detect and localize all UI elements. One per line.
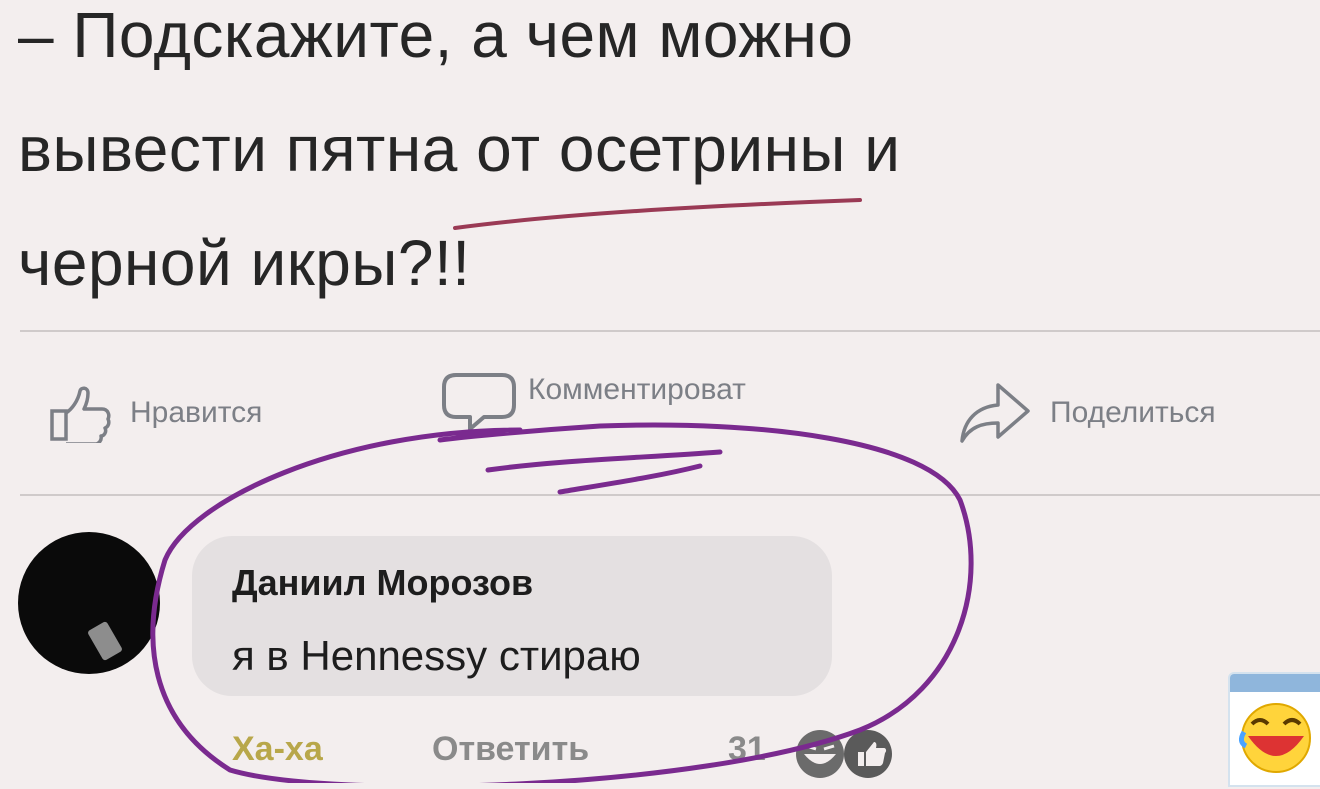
laughing-emoji-icon xyxy=(1238,703,1311,773)
purple-underline xyxy=(485,449,723,495)
comment-text: я в Hennessy стираю xyxy=(232,632,641,679)
comment-author[interactable]: Даниил Морозов xyxy=(232,562,533,604)
share-button[interactable]: Поделиться xyxy=(958,378,1216,448)
post-line-1: – Подскажите, а чем можно xyxy=(18,0,854,71)
like-label: Нравится xyxy=(130,396,263,429)
comment-label: Комментироват xyxy=(528,373,746,406)
reply-button[interactable]: Ответить xyxy=(432,730,589,769)
like-badge-icon xyxy=(844,730,892,778)
post-text: – Подскажите, а чем можно вывести пятна … xyxy=(18,0,1308,320)
reaction-button[interactable]: Ха-ха xyxy=(232,730,323,769)
avatar[interactable] xyxy=(18,532,160,674)
post-line-3: черной икры?!! xyxy=(18,227,471,299)
divider-bottom xyxy=(20,494,1320,496)
avatar-detail xyxy=(86,620,124,662)
post-line-2: вывести пятна от осетрины и xyxy=(18,113,901,185)
reaction-icons[interactable] xyxy=(790,724,920,784)
share-label: Поделиться xyxy=(1050,396,1216,429)
like-button[interactable]: Нравится xyxy=(48,378,262,448)
reactions-count: 31 xyxy=(728,730,766,768)
share-arrow-icon xyxy=(958,381,1032,445)
comment-button[interactable]: Комментироват xyxy=(440,364,746,434)
thumbs-up-icon xyxy=(48,383,116,443)
comment-bubble-icon xyxy=(440,361,520,437)
laughing-sticker xyxy=(1228,672,1320,787)
divider-top xyxy=(20,330,1320,332)
laughing-emoji-icon xyxy=(796,730,844,778)
